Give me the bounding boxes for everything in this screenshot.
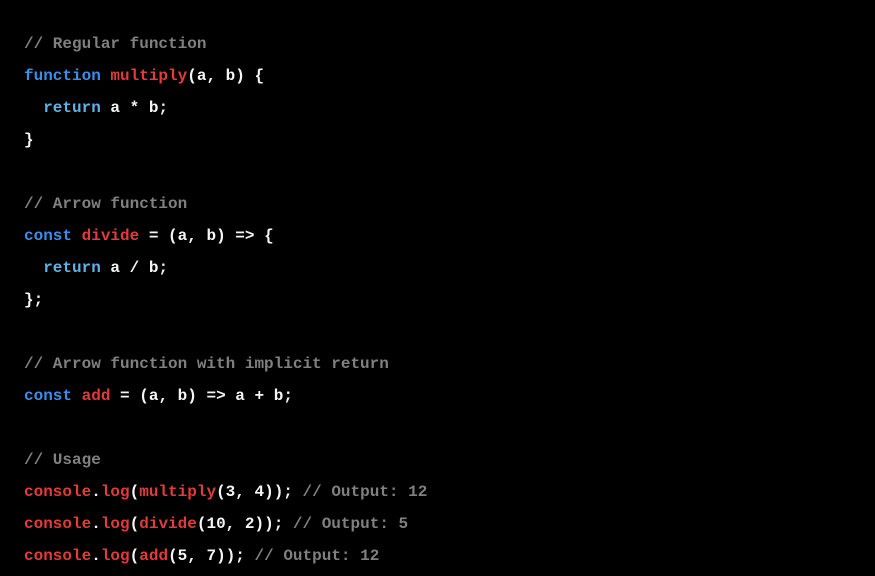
code-token: function (24, 67, 101, 85)
code-token: . (91, 547, 101, 565)
code-token: , (187, 547, 206, 565)
code-token: console (24, 483, 91, 501)
code-token (24, 99, 43, 117)
code-token: b (206, 227, 216, 245)
code-token: , (187, 227, 206, 245)
code-token: , (206, 67, 225, 85)
code-token: // Output: 5 (283, 515, 408, 533)
code-token: log (101, 515, 130, 533)
code-token: ( (168, 547, 178, 565)
code-token: 7 (206, 547, 216, 565)
code-token: console (24, 515, 91, 533)
code-token: a (197, 67, 207, 85)
code-token (101, 259, 111, 277)
code-token: )); (264, 483, 293, 501)
code-token: divide (82, 227, 140, 245)
code-token: => (206, 387, 225, 405)
code-token: , (158, 387, 177, 405)
code-token: = (139, 227, 168, 245)
code-token: console (24, 547, 91, 565)
code-token: , (226, 515, 245, 533)
code-token: ( (216, 483, 226, 501)
code-token: ( (130, 483, 140, 501)
code-token: a (110, 99, 120, 117)
code-token: )); (254, 515, 283, 533)
code-token: ) (216, 227, 235, 245)
code-token: )); (216, 547, 245, 565)
code-token: ; (158, 259, 168, 277)
code-token: // Arrow function with implicit return (24, 355, 389, 373)
code-token: ( (130, 547, 140, 565)
code-token: 10 (206, 515, 225, 533)
code-token (101, 67, 111, 85)
code-token: const (24, 387, 72, 405)
code-token (72, 387, 82, 405)
code-token: add (82, 387, 111, 405)
code-token: return (43, 99, 101, 117)
code-token: divide (139, 515, 197, 533)
code-token: multiply (110, 67, 187, 85)
code-token: ( (168, 227, 178, 245)
code-token: a (110, 259, 120, 277)
code-token: return (43, 259, 101, 277)
code-token: log (101, 547, 130, 565)
code-token: // Regular function (24, 35, 206, 53)
code-token: // Output: 12 (245, 547, 379, 565)
code-token: { (254, 227, 273, 245)
code-token: b (149, 259, 159, 277)
code-token: // Usage (24, 451, 101, 469)
code-token: ) (187, 387, 206, 405)
code-token: b (149, 99, 159, 117)
code-token: ; (283, 387, 293, 405)
code-token: ; (158, 99, 168, 117)
code-token: // Output: 12 (293, 483, 427, 501)
code-token: . (91, 483, 101, 501)
code-token: . (91, 515, 101, 533)
code-token: a (178, 227, 188, 245)
code-token: }; (24, 291, 43, 309)
code-token: b (274, 387, 284, 405)
code-token: / (120, 259, 149, 277)
code-token (72, 227, 82, 245)
code-token (24, 259, 43, 277)
code-token (101, 99, 111, 117)
code-token: * (120, 99, 149, 117)
code-token: 4 (254, 483, 264, 501)
code-token: , (235, 483, 254, 501)
code-token: add (139, 547, 168, 565)
code-token: 5 (178, 547, 188, 565)
code-token: // Arrow function (24, 195, 187, 213)
code-token: = (110, 387, 139, 405)
code-token (226, 387, 236, 405)
code-token: + (245, 387, 274, 405)
code-token: log (101, 483, 130, 501)
code-token: b (226, 67, 236, 85)
code-token: ( (139, 387, 149, 405)
code-token: multiply (139, 483, 216, 501)
code-token: ( (130, 515, 140, 533)
code-token: const (24, 227, 72, 245)
code-token: } (24, 131, 34, 149)
code-token: 3 (226, 483, 236, 501)
code-token: ( (187, 67, 197, 85)
code-token: b (178, 387, 188, 405)
code-token: => (235, 227, 254, 245)
code-token: a (235, 387, 245, 405)
code-block: // Regular function function multiply(a,… (24, 28, 851, 572)
code-token: ) { (235, 67, 264, 85)
